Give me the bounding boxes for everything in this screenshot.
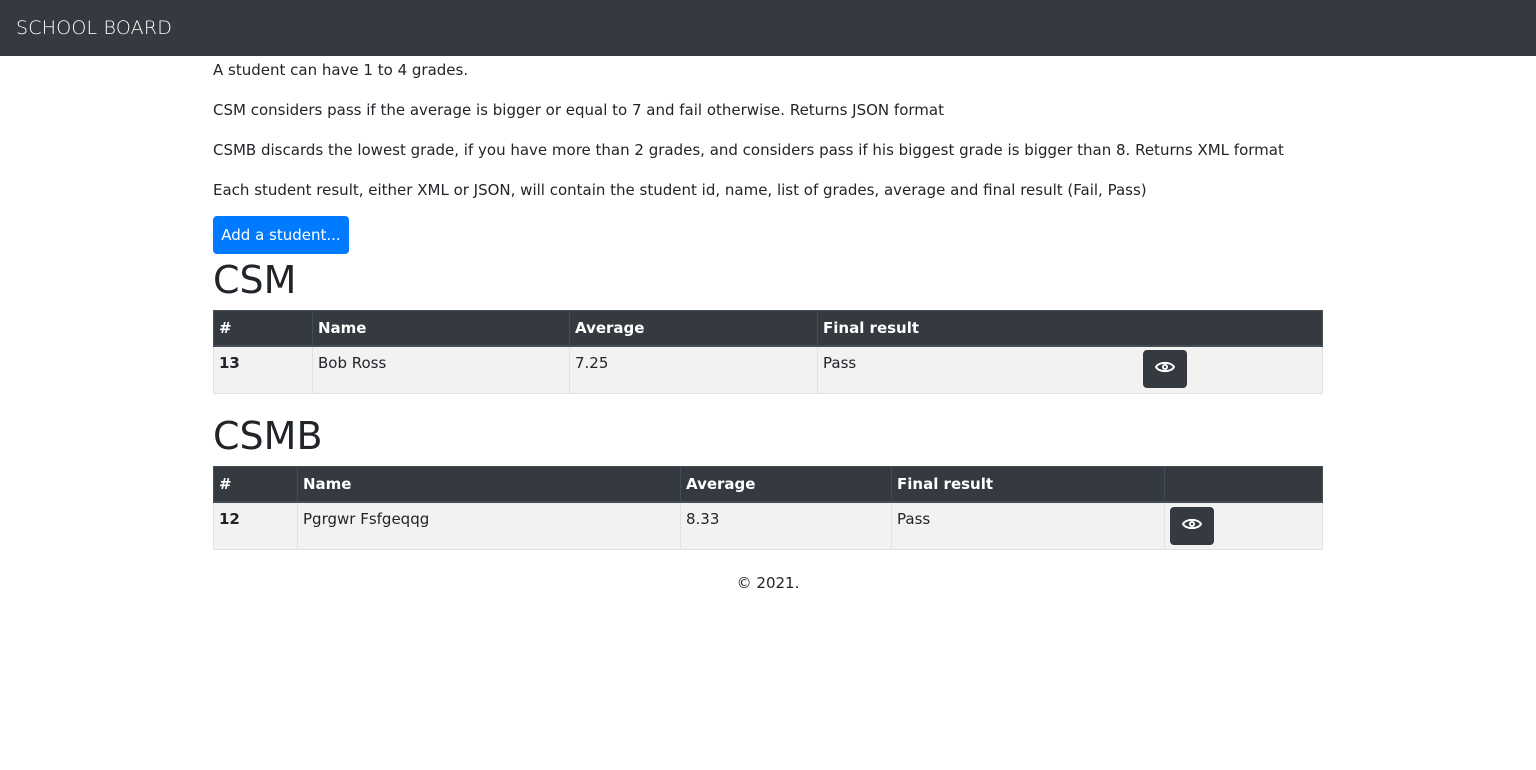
intro-text: A student can have 1 to 4 grades. CSM co… <box>213 56 1323 216</box>
column-header-name: Name <box>312 310 570 347</box>
footer: © 2021. <box>736 574 800 592</box>
table-row: 12 Pgrgwr Fsfgeqqg 8.33 Pass <box>213 501 1323 550</box>
final-result-cell: Pass <box>817 345 1323 394</box>
column-header-average: Average <box>680 466 892 503</box>
column-header-final-result: Final result <box>891 466 1165 503</box>
csmb-title: CSMB <box>213 414 323 458</box>
student-id: 13 <box>213 345 313 394</box>
intro-line: Each student result, either XML or JSON,… <box>213 181 1147 199</box>
csm-table: # Name Average Final result 13 Bob Ross … <box>213 310 1323 394</box>
table-row: 13 Bob Ross 7.25 Pass <box>213 345 1323 394</box>
student-name: Pgrgwr Fsfgeqqg <box>297 501 681 550</box>
column-header-name: Name <box>297 466 681 503</box>
action-cell <box>1164 501 1323 550</box>
column-header-actions <box>1164 466 1323 503</box>
navbar: SCHOOL BOARD <box>0 0 1536 56</box>
student-id: 12 <box>213 501 298 550</box>
intro-line: CSM considers pass if the average is big… <box>213 101 944 119</box>
csmb-table: # Name Average Final result 12 Pgrgwr Fs… <box>213 466 1323 550</box>
action-cell <box>1143 347 1187 393</box>
eye-icon <box>1154 360 1176 377</box>
table-header-row: # Name Average Final result <box>213 466 1323 503</box>
intro-line: A student can have 1 to 4 grades. <box>213 61 469 79</box>
main-content: A student can have 1 to 4 grades. CSM co… <box>213 56 1323 550</box>
column-header-id: # <box>213 466 298 503</box>
view-student-button[interactable] <box>1170 506 1214 545</box>
add-student-button[interactable]: Add a student... <box>213 216 349 254</box>
student-average: 8.33 <box>680 501 892 550</box>
csm-title: CSM <box>213 258 297 302</box>
eye-icon <box>1181 517 1203 534</box>
student-name: Bob Ross <box>312 345 570 394</box>
column-header-final-result: Final result <box>817 310 1323 347</box>
view-student-button[interactable] <box>1143 349 1187 388</box>
student-average: 7.25 <box>569 345 818 394</box>
navbar-brand[interactable]: SCHOOL BOARD <box>16 17 172 39</box>
column-header-average: Average <box>569 310 818 347</box>
student-final-result: Pass <box>891 501 1165 550</box>
column-header-id: # <box>213 310 313 347</box>
table-header-row: # Name Average Final result <box>213 310 1323 347</box>
intro-line: CSMB discards the lowest grade, if you h… <box>213 141 1284 159</box>
student-final-result: Pass <box>823 353 857 372</box>
